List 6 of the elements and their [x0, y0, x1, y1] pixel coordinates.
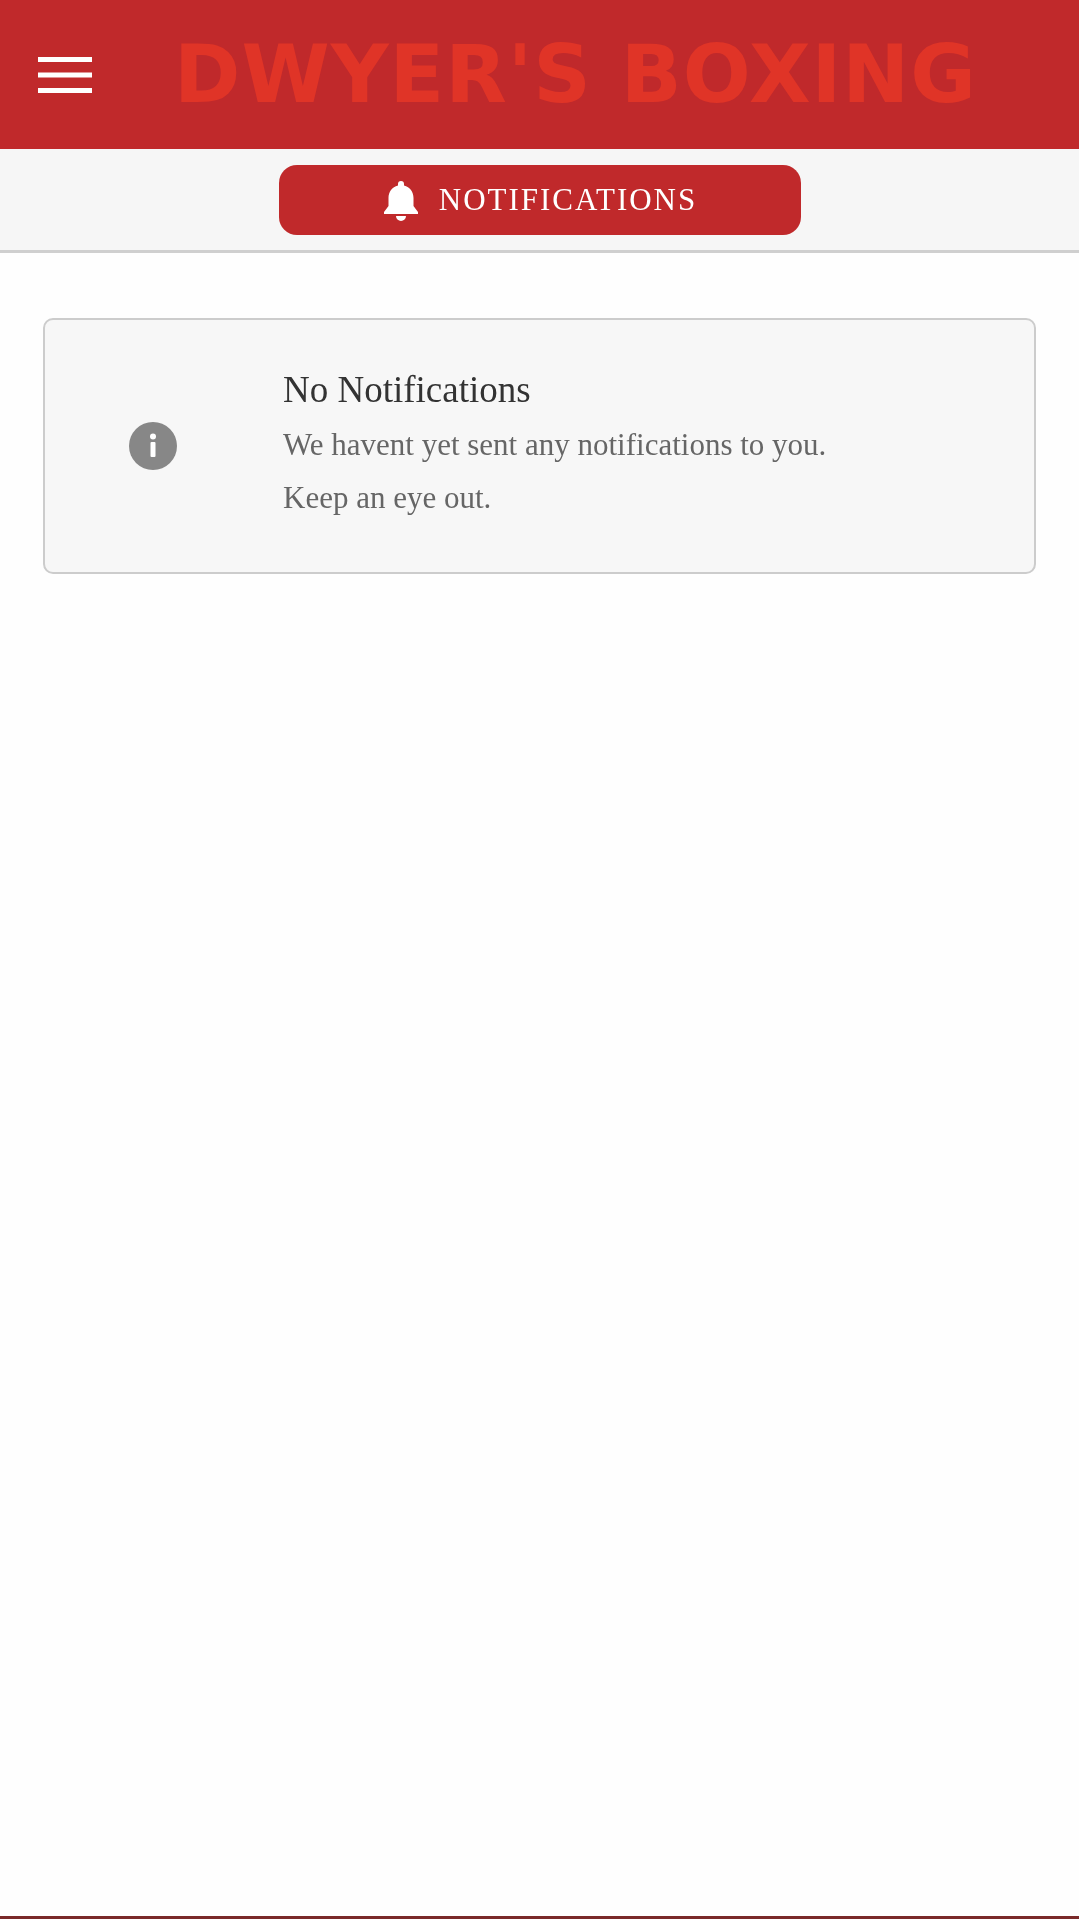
notice-message: We havent yet sent any notifications to you. Keep an eye out. [283, 426, 827, 518]
bell-icon [382, 181, 419, 221]
info-icon [129, 422, 177, 470]
notice-title: No Notifications [283, 367, 531, 412]
menu-icon[interactable] [38, 56, 92, 93]
notifications-button[interactable]: NOTIFICATIONS [279, 165, 801, 235]
